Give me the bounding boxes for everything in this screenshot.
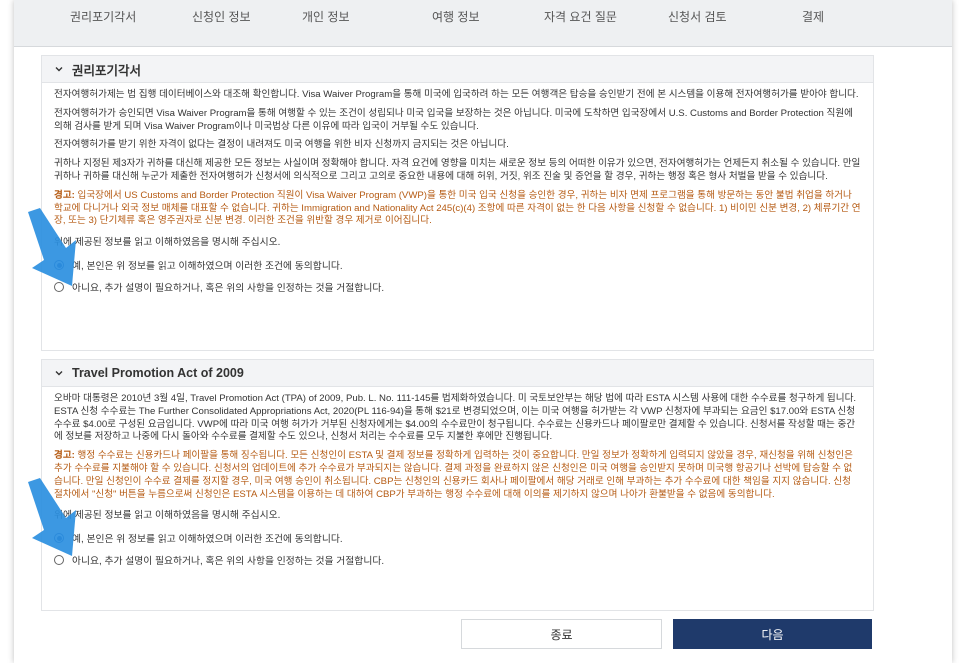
- step-payment: 결제: [802, 10, 825, 24]
- travel-act-yes-label: 예, 본인은 위 정보를 읽고 이해하였으며 이러한 조건에 동의합니다.: [72, 534, 343, 546]
- step-review: 신청서 검토: [668, 10, 727, 24]
- travel-act-panel: Travel Promotion Act of 2009 오바마 대통령은 20…: [41, 359, 874, 611]
- waiver-no-option[interactable]: 아니요, 추가 설명이 필요하거나, 혹은 위의 사항을 인정하는 것을 거절합…: [54, 278, 861, 296]
- waiver-yes-option[interactable]: 예, 본인은 위 정보를 읽고 이해하였으며 이러한 조건에 동의합니다.: [54, 256, 861, 274]
- waiver-paragraph: 전자여행허가제는 법 집행 데이터베이스와 대조해 확인합니다. Visa Wa…: [54, 89, 859, 100]
- progress-steps: 권리포기각서 신청인 정보 개인 정보 여행 정보 자격 요건 질문 신청서 검…: [14, 0, 952, 47]
- waiver-confirm-prompt: 위에 제공된 정보를 읽고 이해하였음을 명시해 주십시오.: [54, 237, 281, 249]
- waiver-yes-label: 예, 본인은 위 정보를 읽고 이해하였으며 이러한 조건에 동의합니다.: [72, 261, 343, 273]
- step-personal: 개인 정보: [302, 10, 350, 24]
- close-button[interactable]: 종료: [461, 619, 662, 649]
- warning-label: 경고:: [54, 450, 75, 462]
- waiver-paragraph: 귀하나 지정된 제3자가 귀하를 대신해 제공한 모든 정보는 사실이며 정확해…: [54, 158, 861, 182]
- warning-label: 경고:: [54, 189, 75, 201]
- chevron-down-icon: [54, 368, 64, 378]
- waiver-paragraph: 전자여행허가가 승인되면 Visa Waiver Program을 통해 여행할…: [54, 107, 854, 132]
- travel-act-no-label: 아니요, 추가 설명이 필요하거나, 혹은 위의 사항을 인정하는 것을 거절합…: [72, 556, 385, 568]
- chevron-down-icon: [54, 64, 64, 74]
- travel-act-panel-header[interactable]: Travel Promotion Act of 2009: [42, 360, 873, 387]
- travel-act-paragraph: 오바마 대통령은 2010년 3월 4일, Travel Promotion A…: [54, 393, 857, 443]
- step-waiver: 권리포기각서: [70, 10, 137, 24]
- travel-act-confirm-prompt: 위에 제공된 정보를 읽고 이해하였음을 명시해 주십시오.: [54, 510, 281, 522]
- arrow-annotation-icon: [28, 478, 76, 556]
- travel-act-no-option[interactable]: 아니요, 추가 설명이 필요하거나, 혹은 위의 사항을 인정하는 것을 거절합…: [54, 551, 861, 569]
- travel-act-warning: 경고: 행정 수수료는 신용카드나 페이팔을 통해 징수됩니다. 모든 신청인이…: [54, 450, 861, 501]
- travel-act-title: Travel Promotion Act of 2009: [72, 366, 244, 380]
- step-applicant: 신청인 정보: [192, 10, 251, 24]
- waiver-panel-header[interactable]: 권리포기각서: [42, 56, 873, 83]
- waiver-paragraph: 전자여행허가를 받기 위한 자격이 없다는 결정이 내려져도 미국 여행을 위한…: [54, 139, 509, 151]
- next-button[interactable]: 다음: [673, 619, 872, 649]
- waiver-title: 권리포기각서: [72, 63, 142, 78]
- step-eligibility: 자격 요건 질문: [544, 10, 617, 24]
- waiver-no-label: 아니요, 추가 설명이 필요하거나, 혹은 위의 사항을 인정하는 것을 거절합…: [72, 283, 385, 295]
- step-travel: 여행 정보: [432, 10, 480, 24]
- arrow-annotation-icon: [28, 208, 76, 286]
- waiver-panel: 권리포기각서 전자여행허가제는 법 집행 데이터베이스와 대조해 확인합니다. …: [41, 55, 874, 351]
- travel-act-yes-option[interactable]: 예, 본인은 위 정보를 읽고 이해하였으며 이러한 조건에 동의합니다.: [54, 529, 861, 547]
- waiver-warning: 경고: 입국장에서 US Customs and Border Protecti…: [54, 190, 861, 228]
- warning-text: 입국장에서 US Customs and Border Protection 직…: [54, 189, 861, 227]
- warning-text: 행정 수수료는 신용카드나 페이팔을 통해 징수됩니다. 모든 신청인이 EST…: [54, 450, 853, 500]
